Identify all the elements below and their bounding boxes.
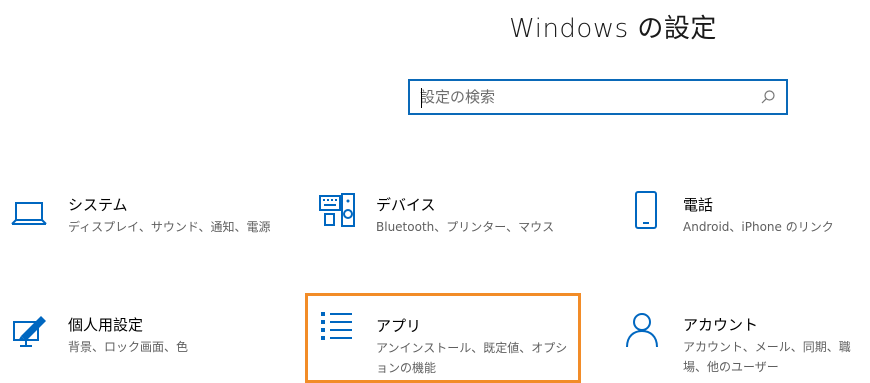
tile-title: デバイス [376,196,436,214]
personalization-icon [13,314,49,352]
laptop-icon [11,200,47,232]
search-box[interactable] [408,79,788,115]
tile-title: 個人用設定 [68,316,144,334]
tile-apps[interactable]: アプリ アンインストール、既定値、オプションの機能 [305,293,581,383]
phone-icon [634,190,658,234]
apps-list-icon [320,310,356,346]
tile-description: ディスプレイ、サウンド、通知、電源 [68,220,271,234]
tile-personalization[interactable]: 個人用設定 背景、ロック画面、色 [0,300,280,376]
tile-devices[interactable]: デバイス Bluetooth、プリンター、マウス [306,180,582,250]
account-icon [625,312,659,352]
tile-title: アカウント [683,316,759,334]
text-caret [421,88,422,108]
tile-description: Bluetooth、プリンター、マウス [376,220,555,234]
page-title: Windows の設定 [509,14,717,44]
tile-system[interactable]: システム ディスプレイ、サウンド、通知、電源 [0,180,280,250]
search-input[interactable] [420,81,750,113]
tile-description: アンインストール、既定値、オプションの機能 [376,341,568,375]
tile-description: Android、iPhone のリンク [683,220,834,234]
search-icon[interactable] [760,89,776,109]
tile-title: システム [68,196,128,214]
tile-description: 背景、ロック画面、色 [68,340,189,354]
tile-description: アカウント、メール、同期、職場、他のユーザー [683,340,851,374]
tile-title: 電話 [683,196,714,214]
devices-icon [319,192,355,232]
tile-accounts[interactable]: アカウント アカウント、メール、同期、職場、他のユーザー [614,300,870,376]
tile-title: アプリ [376,317,422,335]
tile-phone[interactable]: 電話 Android、iPhone のリンク [614,180,864,250]
